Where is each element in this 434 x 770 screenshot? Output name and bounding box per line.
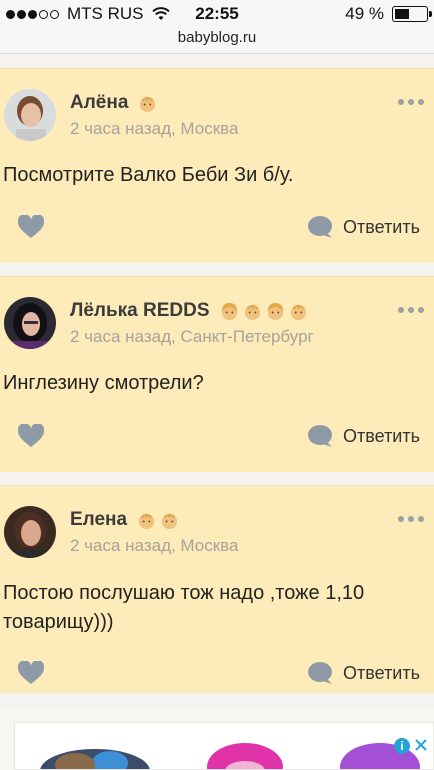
comment-bubble-icon [308, 425, 333, 447]
ad-area: i [0, 708, 434, 770]
reply-label[interactable]: Ответить [343, 426, 420, 447]
boy-icon [162, 513, 178, 529]
ad-info-icon[interactable]: i [394, 738, 410, 754]
badge-list [137, 511, 183, 530]
comment-card: Лёлька REDDS 2 часа назад, Санкт-Петербу… [0, 276, 434, 472]
reply-button[interactable]: Ответить [307, 424, 420, 448]
battery-percent: 49 % [345, 4, 384, 23]
ad-image[interactable] [15, 723, 434, 770]
comment-card: Елена 2 часа назад, Москва Постою послуш… [0, 485, 434, 693]
address-bar[interactable]: babyblog.ru [0, 28, 434, 54]
comment-text: Постою послушаю тож надо ,тоже 1,10 това… [3, 582, 365, 633]
battery-group: 49 % [345, 4, 432, 24]
ad-banner[interactable] [14, 722, 434, 770]
badge-list [138, 94, 161, 113]
avatar[interactable] [4, 89, 56, 141]
author-label[interactable]: Елена [70, 509, 127, 531]
comment-meta: 2 часа назад, Москва [70, 119, 239, 138]
avatar[interactable] [4, 506, 56, 558]
reply-label[interactable]: Ответить [343, 217, 420, 238]
comment-meta: 2 часа назад, Москва [70, 536, 239, 555]
reply-label[interactable]: Ответить [343, 663, 420, 684]
boy-icon [244, 304, 260, 320]
girl-icon [221, 302, 237, 320]
reply-button[interactable]: Ответить [307, 661, 420, 685]
battery-fill [395, 9, 409, 19]
comment-meta: 2 часа назад, Санкт-Петербург [70, 327, 314, 346]
more-options-icon[interactable] [398, 307, 424, 315]
author-label[interactable]: Алёна [70, 92, 128, 114]
comment-bubble-icon [308, 216, 333, 238]
status-bar: MTS RUS 22:55 49 % [0, 0, 434, 28]
author-label[interactable]: Лёлька REDDS [70, 300, 210, 322]
heart-icon[interactable] [18, 215, 44, 239]
heart-icon[interactable] [18, 661, 44, 685]
boy-icon [140, 96, 156, 112]
author-name[interactable]: Елена [70, 509, 183, 531]
ad-close-icon[interactable] [414, 738, 428, 752]
comment-card: Алёна 2 часа назад, Москва Посмотрите Ва… [0, 68, 434, 263]
battery-icon [392, 6, 432, 22]
author-name[interactable]: Лёлька REDDS [70, 300, 312, 322]
badge-list [220, 302, 312, 321]
avatar[interactable] [4, 297, 56, 349]
more-options-icon[interactable] [398, 516, 424, 524]
heart-icon[interactable] [18, 424, 44, 448]
boy-icon [139, 513, 155, 529]
comment-bubble-icon [308, 662, 333, 684]
more-options-icon[interactable] [398, 99, 424, 107]
comment-text: Посмотрите Валко Беби Зи б/у. [3, 164, 294, 186]
comment-text: Инглезину смотрели? [3, 372, 204, 394]
url-text[interactable]: babyblog.ru [178, 29, 256, 46]
reply-button[interactable]: Ответить [307, 215, 420, 239]
girl-icon [267, 302, 283, 320]
boy-icon [290, 304, 306, 320]
author-name[interactable]: Алёна [70, 92, 161, 114]
